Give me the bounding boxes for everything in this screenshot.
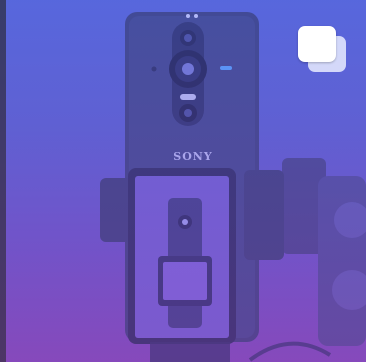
post-thumbnail[interactable]: SONY xyxy=(0,0,366,362)
rig-right xyxy=(282,158,366,346)
base xyxy=(150,341,332,362)
brand-label: SONY xyxy=(173,150,213,163)
multiple-photos-icon-front xyxy=(298,26,336,62)
multiple-photos-icon xyxy=(298,26,348,74)
external-monitor xyxy=(128,168,236,344)
